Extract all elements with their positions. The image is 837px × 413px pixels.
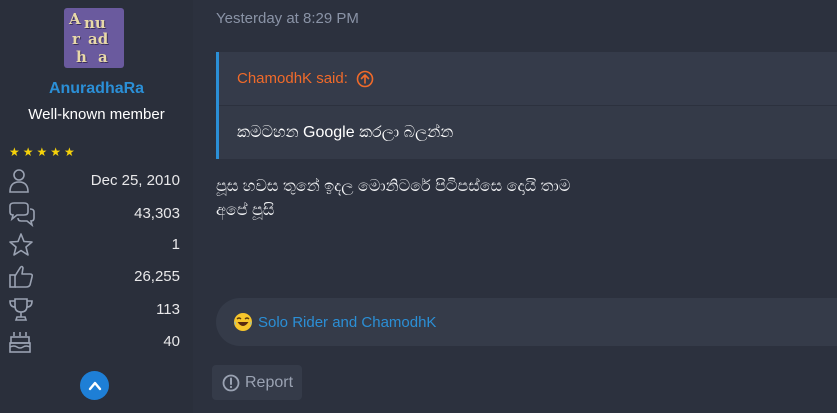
stat-points: 113	[8, 297, 180, 323]
trophy-icon	[9, 298, 33, 321]
avatar[interactable]: A nu r ad h a	[64, 8, 124, 68]
stat-value: 40	[163, 333, 180, 350]
thumbs-up-icon	[9, 265, 34, 288]
stat-highlighted: 1	[8, 232, 180, 258]
quote-block: ChamodhK said: කමටහන Google කරලා බලන්න	[216, 52, 837, 159]
stat-value: 113	[156, 301, 180, 318]
stat-reactions: 26,255	[8, 264, 180, 290]
avatar-letter: A	[69, 10, 81, 28]
user-title: Well-known member	[28, 106, 165, 123]
arrow-up-circle-icon[interactable]	[356, 70, 374, 88]
stat-value: 26,255	[134, 268, 180, 285]
post-date-link[interactable]: Yesterday at 8:29 PM	[216, 10, 359, 27]
quote-header: ChamodhK said:	[219, 52, 837, 106]
rating-stars: ★★★★★	[9, 145, 78, 159]
stat-messages: 43,303	[8, 201, 180, 227]
scroll-to-top-button[interactable]	[80, 371, 109, 400]
quote-text: කමටහන Google කරලා බලන්න	[219, 106, 837, 159]
post-body: පූස හවස තුනේ ඉදල මොනිටරේ පිටිපස්සෙ දොයි …	[216, 175, 736, 223]
avatar-letter: ad	[88, 30, 109, 48]
birthday-cake-icon	[9, 332, 31, 353]
report-button[interactable]: Report	[212, 365, 302, 400]
user-panel: A nu r ad h a AnuradhaRa Well-known memb…	[0, 0, 193, 413]
avatar-letter: a	[98, 48, 108, 66]
username-link[interactable]: AnuradhaRa	[0, 80, 193, 98]
stat-value: 43,303	[134, 205, 180, 222]
quote-author-link[interactable]: ChamodhK said:	[237, 70, 348, 87]
avatar-letter: h	[76, 48, 87, 66]
post-body-line: පූස හවස තුනේ ඉදල මොනිටරේ පිටිපස්සෙ දොයි …	[216, 178, 571, 195]
reaction-users-link[interactable]: Solo Rider and ChamodhK	[258, 314, 436, 331]
reactions-bar: Solo Rider and ChamodhK	[216, 298, 837, 346]
avatar-letter: r	[72, 30, 80, 48]
report-label: Report	[245, 373, 294, 391]
laughing-emoji-icon	[234, 313, 252, 331]
stat-value: 1	[171, 236, 180, 253]
stat-value: Dec 25, 2010	[90, 172, 180, 189]
user-icon	[9, 169, 29, 193]
messages-icon	[9, 202, 35, 227]
star-icon	[9, 233, 33, 256]
stat-age: 40	[8, 329, 180, 355]
alert-circle-icon	[222, 374, 240, 391]
stat-joined: Dec 25, 2010	[8, 168, 180, 194]
post-body-line: අපේ පූසි	[216, 202, 275, 219]
chevron-up-icon	[88, 381, 101, 390]
